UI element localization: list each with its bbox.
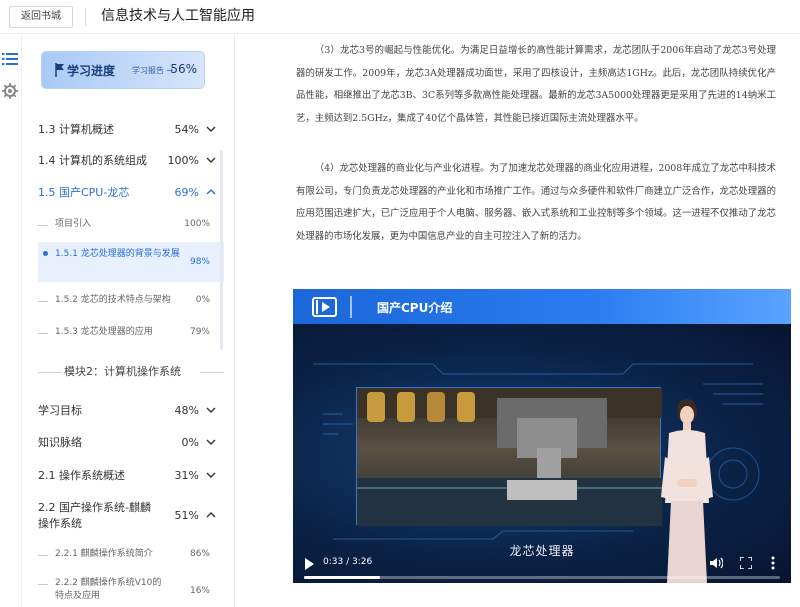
nav-percent: 0% xyxy=(181,436,199,449)
nav-label: 知识脉络 xyxy=(38,436,82,449)
fullscreen-icon[interactable] xyxy=(740,557,752,569)
nav-label: 1.4 计算机的系统组成 xyxy=(38,154,147,167)
sidebar: 学习进度 学习报告 → 56% 1.3 计算机概述 54% 1.4 计算机的系统… xyxy=(22,34,235,607)
sub-item-percent: 79% xyxy=(189,327,210,337)
flag-icon xyxy=(55,63,64,77)
video-controls: 0:33 / 3:26 xyxy=(293,552,791,583)
paragraph-4: （4）龙芯处理器的商业化与产业化进程。为了加速龙芯处理器的商业化应用进程，200… xyxy=(296,163,776,242)
seek-bar[interactable] xyxy=(304,576,780,579)
nav-percent: 48% xyxy=(174,404,199,417)
list-icon[interactable] xyxy=(2,51,18,67)
tree-dash xyxy=(38,555,48,556)
icon-rail xyxy=(0,34,22,607)
video-title: 国产CPU介绍 xyxy=(377,301,453,315)
sidebar-scrollbar[interactable] xyxy=(220,150,223,350)
seek-bar-played xyxy=(304,576,381,579)
sub-item-percent: 100% xyxy=(184,219,210,229)
chevron-down-icon xyxy=(206,407,216,413)
module-header: 模块2：计算机操作系统 xyxy=(38,365,224,379)
video-time: 0:33 / 3:26 xyxy=(323,557,373,567)
progress-card[interactable]: 学习进度 学习报告 → 56% xyxy=(41,51,205,89)
nav-percent: 69% xyxy=(174,186,199,199)
paragraph-3: （3）龙芯3号的崛起与性能优化。为满足日益增长的高性能计算需求，龙芯团队于200… xyxy=(296,45,776,124)
sub-item-percent: 16% xyxy=(189,586,210,596)
nav-label: 1.3 计算机概述 xyxy=(38,123,114,136)
sub-item-1-5-3[interactable]: 1.5.3 龙芯处理器的应用 79% xyxy=(38,326,224,342)
video-scene xyxy=(356,387,662,526)
study-report-link[interactable]: 学习报告 → xyxy=(132,65,173,76)
nav-percent: 51% xyxy=(174,509,199,522)
sub-item-percent: 86% xyxy=(189,549,210,559)
sub-item-percent: 0% xyxy=(195,295,210,305)
chevron-down-icon xyxy=(206,472,216,478)
chevron-down-icon xyxy=(206,126,216,132)
progress-title: 学习进度 xyxy=(67,64,116,78)
reading-content: （3）龙芯3号的崛起与性能优化。为满足日益增长的高性能计算需求，龙芯团队于200… xyxy=(236,34,800,607)
chevron-up-icon xyxy=(206,512,216,518)
header-separator xyxy=(350,296,352,318)
back-to-bookstore-button[interactable]: 返回书城 xyxy=(9,6,73,28)
nav-label: 学习目标 xyxy=(38,404,82,417)
chevron-down-icon xyxy=(206,439,216,445)
module-label: 模块2：计算机操作系统 xyxy=(64,365,181,378)
sub-item-label: 1.5.1 龙芯处理器的背景与发展 xyxy=(55,249,180,259)
nav-percent: 31% xyxy=(174,469,199,482)
nav-percent: 54% xyxy=(174,123,199,136)
sub-item-2-2-1[interactable]: 2.2.1 麒麟操作系统简介 86% xyxy=(38,548,224,564)
sub-item-1-5-1[interactable]: 1.5.1 龙芯处理器的背景与发展 98% xyxy=(38,242,224,282)
progress-percent: 56% xyxy=(170,62,197,76)
sub-item-label: 2.2.1 麒麟操作系统简介 xyxy=(55,549,153,559)
tree-dash xyxy=(38,225,48,226)
machinery-scene xyxy=(357,388,662,526)
nav-item-2-2[interactable]: 2.2 国产操作系统-麒麟操作系统 51% xyxy=(38,500,224,532)
more-options-icon[interactable] xyxy=(770,556,776,570)
top-divider xyxy=(85,8,86,26)
chevron-down-icon xyxy=(206,157,216,163)
sub-item-1-5-2[interactable]: 1.5.2 龙芯的技术特点与架构 0% xyxy=(38,294,224,310)
tree-dash xyxy=(38,301,48,302)
module-line xyxy=(38,372,62,373)
play-logo-icon xyxy=(312,297,337,317)
video-header: 国产CPU介绍 xyxy=(293,289,791,324)
nav-label: 2.2 国产操作系统-麒麟操作系统 xyxy=(38,501,151,530)
volume-icon[interactable] xyxy=(710,557,723,569)
top-bar: 返回书城 信息技术与人工智能应用 xyxy=(0,0,800,34)
module-line xyxy=(200,372,224,373)
nav-label: 2.1 操作系统概述 xyxy=(38,469,125,482)
sub-item-label: 1.5.3 龙芯处理器的应用 xyxy=(55,327,153,337)
chevron-up-icon xyxy=(206,189,216,195)
tree-dash xyxy=(38,584,48,585)
sub-item-label: 2.2.2 麒麟操作系统V10的特点及应用 xyxy=(55,578,162,601)
book-title: 信息技术与人工智能应用 xyxy=(101,8,255,24)
sub-item-2-2-2[interactable]: 2.2.2 麒麟操作系统V10的特点及应用 16% xyxy=(38,577,224,607)
nav-label: 1.5 国产CPU-龙芯 xyxy=(38,186,130,199)
sub-item-intro[interactable]: 项目引入 100% xyxy=(38,218,224,234)
video-player[interactable]: 国产CPU介绍 龙芯处理器 0:33 / 3:26 xyxy=(293,289,791,583)
sub-item-percent: 98% xyxy=(189,257,210,267)
sub-item-label: 1.5.2 龙芯的技术特点与架构 xyxy=(55,295,171,305)
tree-dash xyxy=(38,333,48,334)
play-icon[interactable] xyxy=(304,558,314,570)
current-dot xyxy=(43,251,48,256)
gear-icon[interactable] xyxy=(2,83,18,99)
sub-item-label: 项目引入 xyxy=(55,219,92,229)
nav-percent: 100% xyxy=(167,154,199,167)
